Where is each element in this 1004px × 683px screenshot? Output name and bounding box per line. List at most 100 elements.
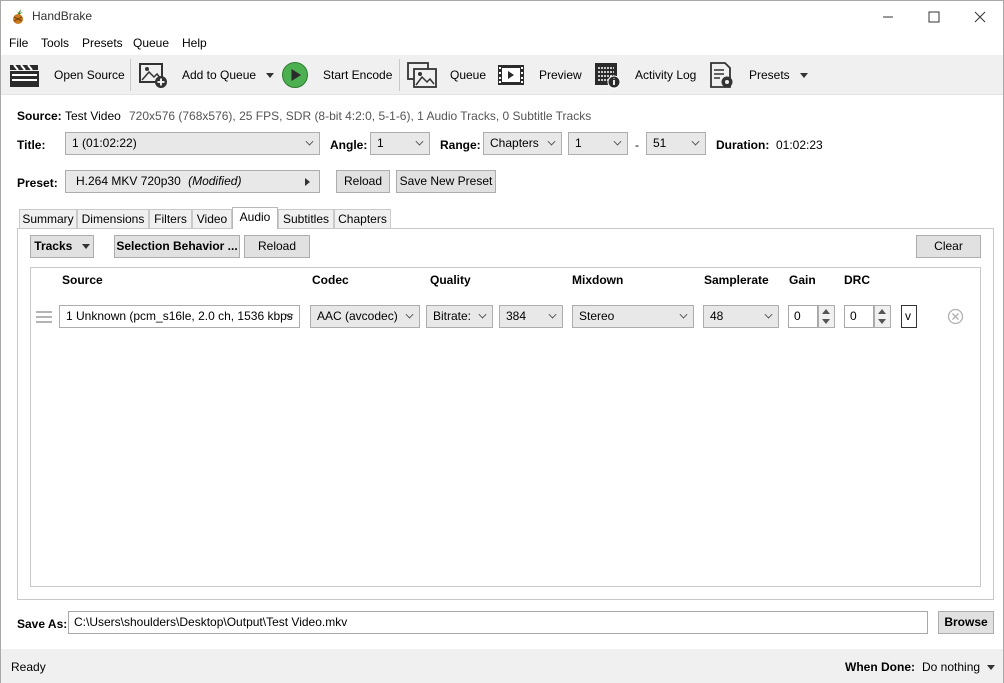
range-start-dropdown[interactable]: 1 xyxy=(568,132,628,155)
track-extra-toggle[interactable]: v xyxy=(901,305,917,328)
track-source-value: 1 Unknown (pcm_s16le, 2.0 ch, 1536 kbps xyxy=(66,309,293,323)
tab-dimensions[interactable]: Dimensions xyxy=(77,209,149,228)
open-source-button[interactable]: Open Source xyxy=(9,55,125,95)
drc-stepper[interactable] xyxy=(874,305,891,328)
add-to-queue-label: Add to Queue xyxy=(182,68,257,82)
title-dropdown[interactable]: 1 (01:02:22) xyxy=(65,132,320,155)
close-button[interactable] xyxy=(957,1,1003,32)
remove-track-icon[interactable] xyxy=(947,308,964,325)
chevron-down-icon xyxy=(987,665,996,671)
window-title: HandBrake xyxy=(32,9,93,23)
column-mixdown: Mixdown xyxy=(572,273,624,287)
presets-icon xyxy=(710,62,733,88)
menu-bar: File Tools Presets Queue Help xyxy=(1,32,1003,54)
chevron-down-icon xyxy=(305,137,314,146)
queue-button[interactable]: Queue xyxy=(406,55,486,95)
browse-button[interactable]: Browse xyxy=(938,611,994,634)
source-label: Source: xyxy=(17,109,62,123)
chevron-down-icon[interactable] xyxy=(799,72,808,78)
tab-chapters[interactable]: Chapters xyxy=(334,209,391,228)
spin-down-icon[interactable] xyxy=(878,319,886,324)
audio-reload-button[interactable]: Reload xyxy=(244,235,310,258)
when-done-dropdown[interactable]: Do nothing xyxy=(922,660,996,674)
clear-button[interactable]: Clear xyxy=(916,235,981,258)
preview-film-icon xyxy=(498,65,524,85)
save-new-preset-button[interactable]: Save New Preset xyxy=(396,170,496,193)
tab-summary[interactable]: Summary xyxy=(19,209,77,228)
duration-value: 01:02:23 xyxy=(776,138,823,152)
preset-label: Preset: xyxy=(17,176,58,190)
toolbar-separator xyxy=(130,59,131,91)
handbrake-window: HandBrake File Tools Presets Queue Help xyxy=(0,0,1004,683)
track-mixdown-dropdown[interactable]: Stereo xyxy=(572,305,694,328)
track-gain-input[interactable]: 0 xyxy=(788,305,818,328)
clapperboard-icon xyxy=(10,64,39,87)
track-bitrate-value: 384 xyxy=(506,309,527,323)
preset-reload-button[interactable]: Reload xyxy=(336,170,390,193)
column-codec: Codec xyxy=(312,273,349,287)
menu-file[interactable]: File xyxy=(9,36,28,50)
tab-subtitles[interactable]: Subtitles xyxy=(278,209,334,228)
toolbar-separator xyxy=(399,59,400,91)
save-as-path-input[interactable]: C:\Users\shoulders\Desktop\Output\Test V… xyxy=(68,611,928,634)
activity-log-button[interactable]: Activity Log xyxy=(594,55,696,95)
preset-selector[interactable]: H.264 MKV 720p30 (Modified) xyxy=(65,170,320,193)
track-drc-input[interactable]: 0 xyxy=(844,305,874,328)
track-samplerate-dropdown[interactable]: 48 xyxy=(703,305,779,328)
minimize-icon xyxy=(883,16,893,17)
when-done-label: When Done: xyxy=(845,660,915,674)
track-codec-value: AAC (avcodec) xyxy=(317,309,398,323)
presets-label: Presets xyxy=(749,68,790,82)
range-end-dropdown[interactable]: 51 xyxy=(646,132,706,155)
chevron-down-icon xyxy=(478,310,487,319)
minimize-button[interactable] xyxy=(865,1,911,32)
queue-icon xyxy=(407,62,437,88)
range-label: Range: xyxy=(440,138,481,152)
spin-down-icon[interactable] xyxy=(822,319,830,324)
maximize-button[interactable] xyxy=(911,1,957,32)
track-bitrate-dropdown[interactable]: 384 xyxy=(499,305,563,328)
preview-label: Preview xyxy=(539,68,582,82)
menu-tools[interactable]: Tools xyxy=(41,36,69,50)
spin-up-icon[interactable] xyxy=(878,309,886,314)
menu-help[interactable]: Help xyxy=(182,36,207,50)
tracks-button[interactable]: Tracks xyxy=(30,235,94,258)
selection-behavior-button[interactable]: Selection Behavior ... xyxy=(114,235,240,258)
angle-dropdown[interactable]: 1 xyxy=(370,132,430,155)
add-to-queue-button[interactable]: Add to Queue xyxy=(138,55,275,95)
maximize-icon xyxy=(928,11,940,22)
track-quality-mode-dropdown[interactable]: Bitrate: xyxy=(426,305,493,328)
track-codec-dropdown[interactable]: AAC (avcodec) xyxy=(310,305,420,328)
tab-audio[interactable]: Audio xyxy=(232,207,278,229)
chevron-down-icon xyxy=(547,137,556,146)
drag-handle-icon[interactable] xyxy=(36,310,53,324)
angle-label: Angle: xyxy=(330,138,368,152)
tab-filters[interactable]: Filters xyxy=(149,209,192,228)
range-type-dropdown[interactable]: Chapters xyxy=(483,132,562,155)
chevron-down-icon xyxy=(405,310,414,319)
status-bar: Ready When Done: Do nothing xyxy=(1,649,1003,683)
tab-video[interactable]: Video xyxy=(192,209,232,228)
chevron-down-icon xyxy=(548,310,557,319)
activity-log-label: Activity Log xyxy=(635,68,697,82)
column-drc: DRC xyxy=(844,273,870,287)
source-info: 720x576 (768x576), 25 FPS, SDR (8-bit 4:… xyxy=(129,109,592,123)
preview-button[interactable]: Preview xyxy=(497,55,582,95)
track-source-dropdown[interactable]: 1 Unknown (pcm_s16le, 2.0 ch, 1536 kbps xyxy=(59,305,300,328)
chevron-down-icon xyxy=(764,310,773,319)
duration-label: Duration: xyxy=(716,138,770,152)
gain-stepper[interactable] xyxy=(818,305,835,328)
when-done-value: Do nothing xyxy=(922,660,981,674)
menu-queue[interactable]: Queue xyxy=(133,36,169,50)
start-encode-button[interactable]: Start Encode xyxy=(281,55,392,95)
chevron-down-icon[interactable] xyxy=(266,72,275,78)
menu-presets[interactable]: Presets xyxy=(82,36,123,50)
handbrake-pineapple-icon xyxy=(13,9,23,24)
add-to-queue-icon xyxy=(139,63,167,88)
presets-button[interactable]: Presets xyxy=(709,55,808,95)
column-source: Source xyxy=(62,273,103,287)
spin-up-icon[interactable] xyxy=(822,309,830,314)
activity-log-icon xyxy=(595,63,621,89)
title-bar: HandBrake xyxy=(1,1,1003,32)
angle-value: 1 xyxy=(377,136,384,150)
